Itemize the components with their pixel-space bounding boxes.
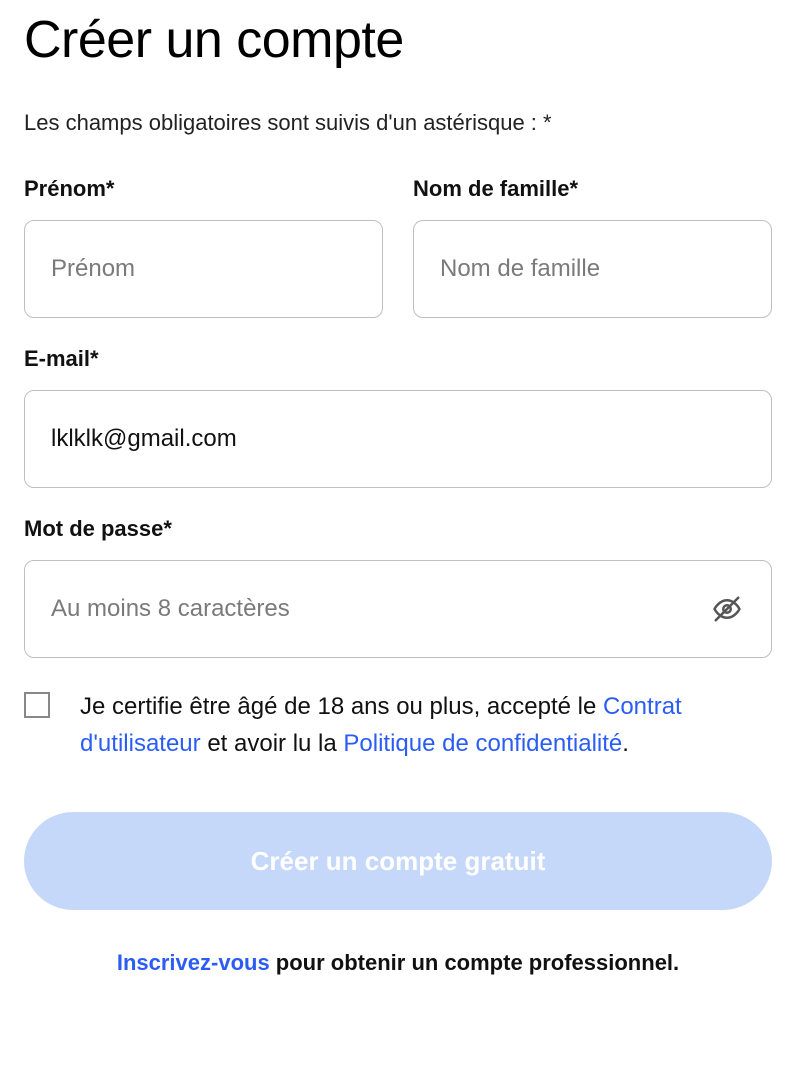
- consent-text-part2: et avoir lu la: [201, 730, 344, 757]
- first-name-input[interactable]: [24, 220, 383, 318]
- last-name-label: Nom de famille*: [413, 176, 772, 202]
- consent-text-part3: .: [622, 730, 629, 757]
- email-input[interactable]: [24, 390, 772, 488]
- email-label: E-mail*: [24, 346, 772, 372]
- create-free-account-button[interactable]: Créer un compte gratuit: [24, 812, 772, 910]
- toggle-password-visibility-button[interactable]: [706, 588, 748, 630]
- privacy-policy-link[interactable]: Politique de confidentialité: [343, 730, 622, 757]
- consent-text-part1: Je certifie être âgé de 18 ans ou plus, …: [80, 693, 603, 720]
- first-name-label: Prénom*: [24, 176, 383, 202]
- last-name-input[interactable]: [413, 220, 772, 318]
- professional-signup-link[interactable]: Inscrivez-vous: [117, 950, 270, 975]
- password-label: Mot de passe*: [24, 516, 772, 542]
- eye-off-icon: [712, 594, 742, 624]
- professional-account-note: Inscrivez-vous pour obtenir un compte pr…: [24, 950, 772, 976]
- professional-account-text: pour obtenir un compte professionnel.: [270, 950, 679, 975]
- required-fields-note: Les champs obligatoires sont suivis d'un…: [24, 110, 772, 136]
- consent-text: Je certifie être âgé de 18 ans ou plus, …: [80, 688, 772, 762]
- age-consent-checkbox[interactable]: [24, 692, 50, 718]
- page-title: Créer un compte: [24, 10, 772, 70]
- password-input[interactable]: [24, 560, 772, 658]
